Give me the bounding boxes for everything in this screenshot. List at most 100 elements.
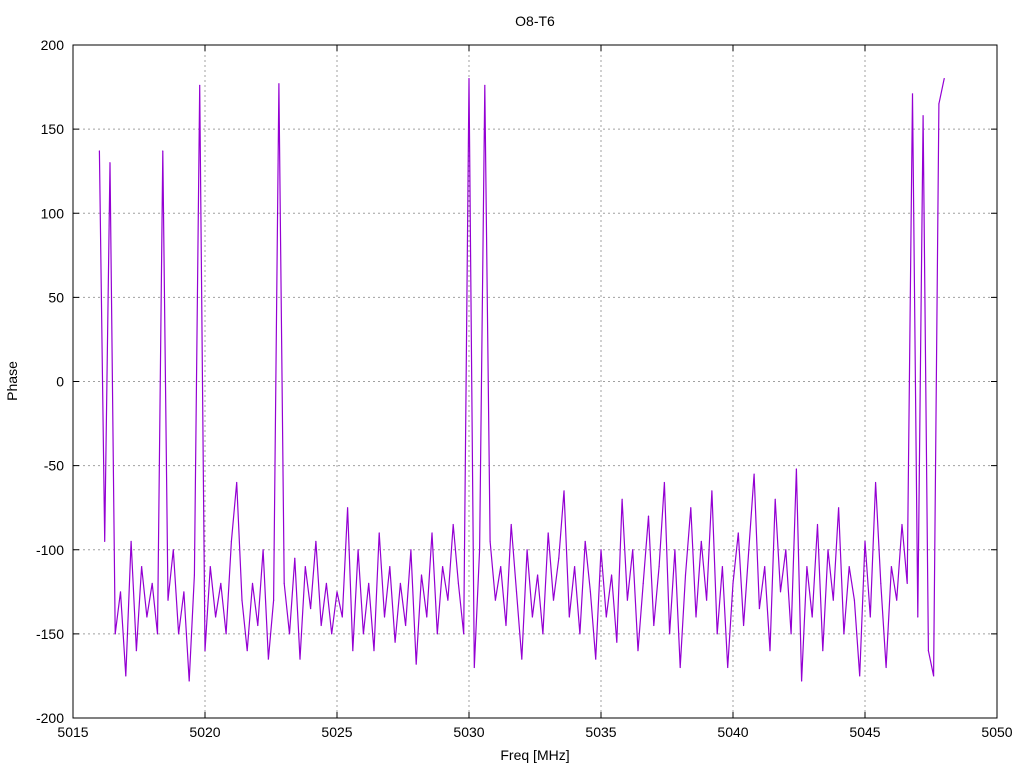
data-point — [864, 540, 866, 542]
data-point — [420, 574, 423, 576]
data-point — [890, 565, 893, 568]
data-point — [647, 515, 650, 517]
data-point — [906, 582, 908, 585]
data-point — [109, 162, 111, 164]
data-point — [716, 633, 718, 635]
data-point — [779, 591, 782, 593]
data-point — [214, 616, 217, 618]
data-point — [209, 565, 211, 568]
data-point — [457, 582, 460, 585]
data-point — [431, 532, 433, 534]
data-point — [552, 599, 555, 601]
data-point — [848, 565, 850, 568]
data-point — [764, 565, 766, 568]
data-point — [822, 650, 824, 652]
data-point — [690, 507, 692, 509]
data-point — [663, 481, 665, 484]
data-point — [695, 616, 697, 618]
data-point — [325, 582, 328, 585]
data-point — [885, 666, 887, 669]
data-point — [436, 633, 438, 635]
data-point — [278, 83, 280, 85]
y-tick-label: -150 — [36, 626, 64, 642]
data-point — [526, 549, 528, 551]
chart-container: 5015 5020 5025 5030 5035 5040 5045 5050 -200 -150… — [0, 0, 1024, 768]
data-point — [98, 150, 100, 152]
data-point — [283, 582, 285, 585]
data-point — [373, 650, 375, 652]
y-tick-label: -200 — [36, 710, 64, 726]
data-point — [874, 481, 877, 484]
data-point — [341, 616, 343, 618]
data-point — [473, 666, 475, 669]
data-point — [922, 115, 924, 117]
data-point — [114, 633, 116, 635]
data-point — [188, 680, 190, 682]
data-point — [769, 650, 771, 652]
data-point — [447, 599, 449, 601]
data-point — [774, 498, 776, 500]
x-tick-label: 5040 — [717, 724, 748, 740]
data-point — [505, 624, 507, 627]
data-point — [832, 599, 834, 601]
data-point — [304, 565, 306, 568]
data-point — [737, 532, 739, 534]
data-point — [558, 557, 560, 559]
data-point — [827, 549, 829, 551]
data-point — [141, 565, 143, 568]
data-point — [426, 616, 428, 618]
data-point — [368, 582, 370, 585]
data-point — [389, 565, 391, 568]
phase-chart: 5015 5020 5025 5030 5035 5040 5045 5050 -200 -150… — [4, 13, 1013, 763]
y-tick-label: 100 — [41, 205, 65, 221]
data-point — [531, 616, 533, 618]
data-point — [383, 616, 386, 618]
data-point — [574, 565, 576, 568]
data-point — [162, 150, 164, 152]
data-point — [658, 565, 660, 568]
data-point — [785, 549, 787, 551]
axis-ticks: 5015 5020 5025 5030 5035 5040 5045 5050 -200 -150… — [36, 37, 1013, 740]
data-point — [494, 599, 496, 601]
data-point — [547, 532, 549, 534]
data-point — [790, 633, 792, 635]
data-point — [478, 549, 481, 551]
data-point — [838, 507, 840, 509]
data-point — [869, 616, 871, 618]
data-point — [933, 675, 935, 677]
data-point — [336, 591, 338, 593]
data-point — [610, 574, 613, 576]
data-point — [130, 540, 132, 542]
y-tick-label: -100 — [36, 542, 64, 558]
data-point — [273, 599, 275, 601]
x-tick-label: 5025 — [321, 724, 352, 740]
data-point — [605, 616, 607, 618]
data-point — [262, 549, 264, 551]
data-point — [394, 641, 396, 643]
data-point — [637, 650, 639, 652]
data-point — [241, 599, 243, 601]
data-point — [288, 633, 291, 635]
data-point — [732, 582, 734, 585]
data-point — [468, 78, 470, 80]
data-point — [452, 523, 454, 526]
series-layer — [98, 78, 945, 682]
data-point — [442, 565, 444, 568]
data-point — [742, 624, 745, 627]
data-point — [294, 557, 296, 559]
data-point — [135, 650, 137, 652]
data-point — [896, 599, 898, 601]
grid — [73, 45, 997, 718]
data-point — [204, 650, 206, 652]
data-point — [225, 633, 227, 635]
data-point — [415, 663, 417, 665]
data-point — [331, 633, 333, 635]
data-point — [748, 549, 750, 551]
data-point — [679, 666, 681, 669]
data-point — [320, 624, 322, 627]
data-point — [811, 616, 813, 618]
data-point — [257, 624, 259, 627]
data-point — [859, 675, 861, 677]
x-tick-label: 5015 — [57, 724, 88, 740]
chart-title: O8-T6 — [515, 13, 555, 29]
